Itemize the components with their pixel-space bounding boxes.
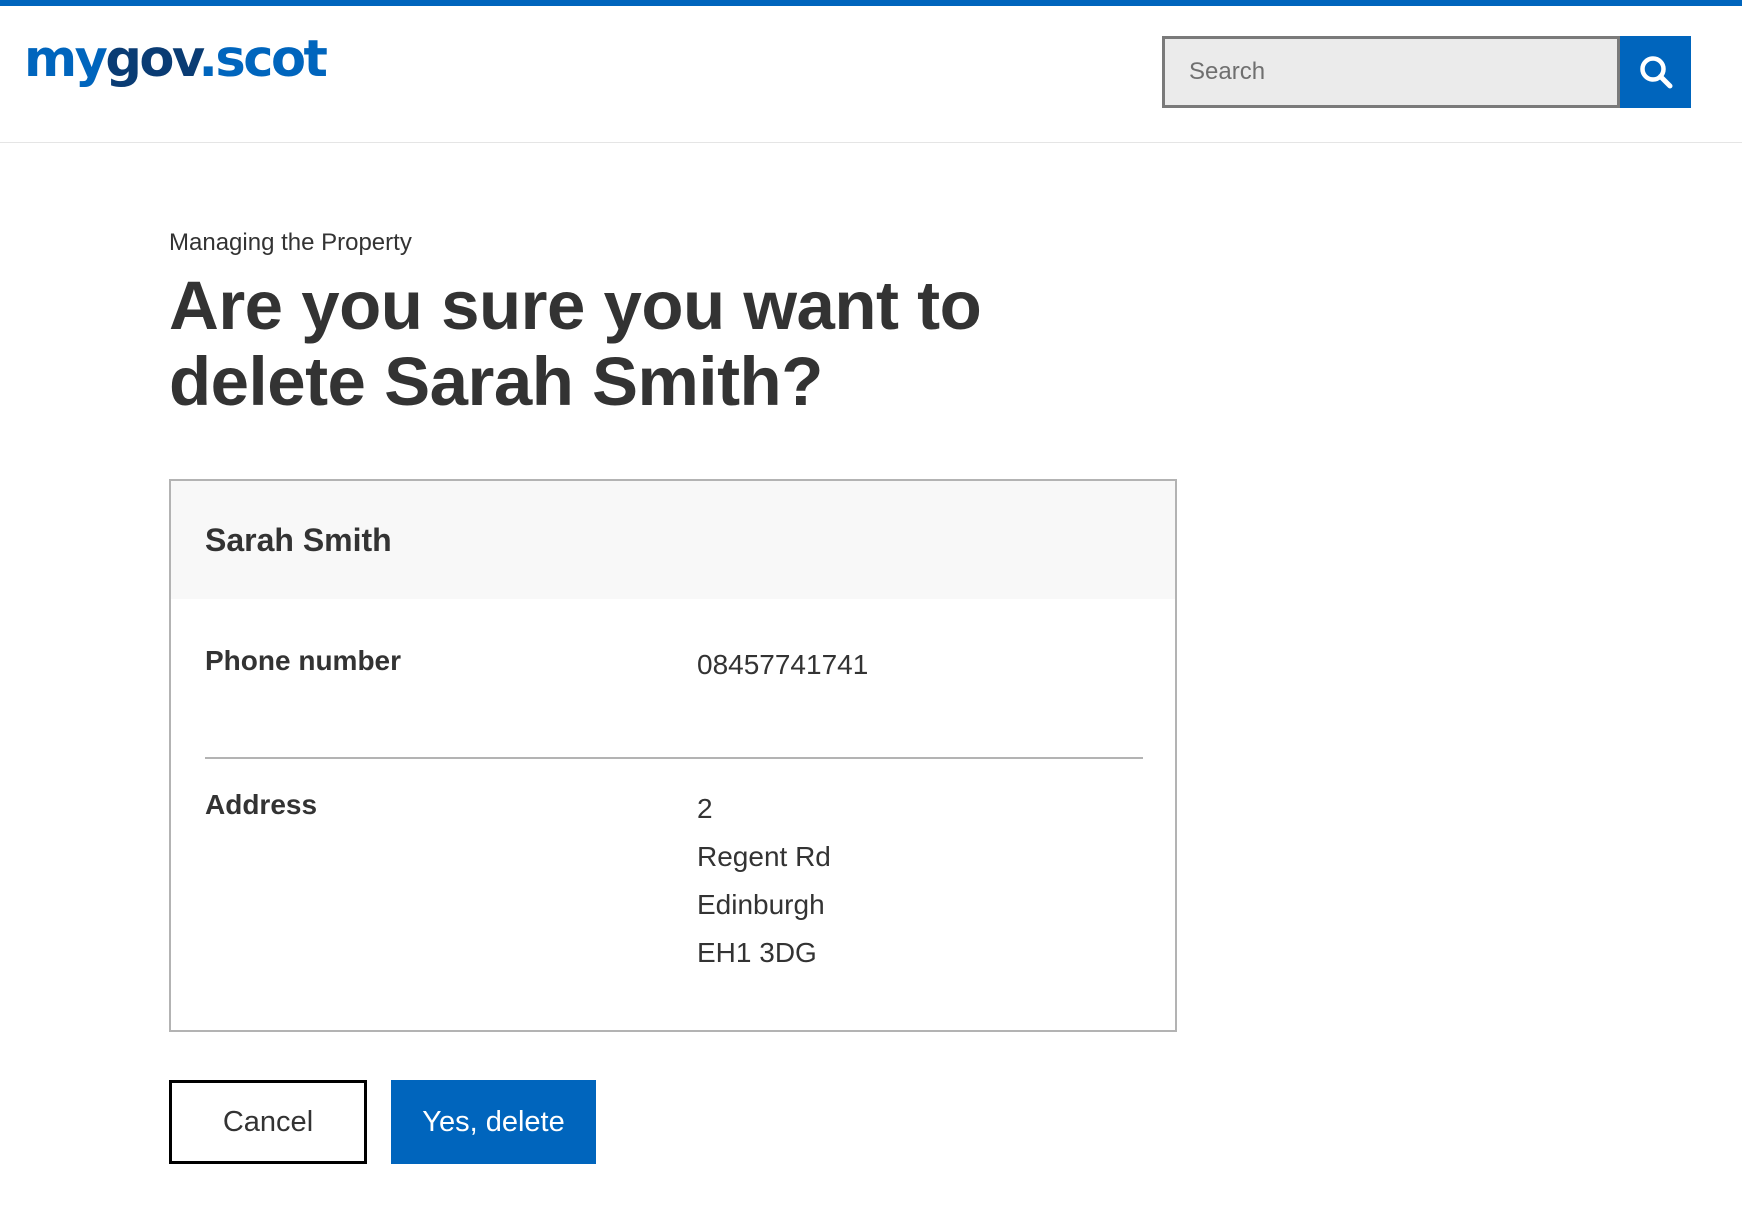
search-input[interactable] bbox=[1162, 36, 1620, 108]
address-line-3: Edinburgh bbox=[697, 889, 825, 920]
summary-card-header: Sarah Smith bbox=[171, 481, 1175, 599]
confirm-delete-button[interactable]: Yes, delete bbox=[391, 1080, 596, 1164]
search-icon bbox=[1639, 56, 1672, 89]
summary-row-phone: Phone number 08457741741 bbox=[205, 641, 1143, 759]
page-title: Are you sure you want to delete Sarah Sm… bbox=[169, 267, 982, 420]
logo-scot: .scot bbox=[198, 30, 328, 89]
cancel-button[interactable]: Cancel bbox=[169, 1080, 367, 1164]
phone-number-value: 08457741741 bbox=[697, 649, 869, 680]
summary-key-address: Address bbox=[205, 789, 318, 820]
search-button[interactable] bbox=[1620, 36, 1691, 108]
site-logo[interactable]: mygov.scot bbox=[24, 34, 328, 85]
summary-value-phone: 08457741741 bbox=[697, 641, 868, 689]
site-header: mygov.scot bbox=[0, 6, 1742, 143]
address-line-2: Regent Rd bbox=[697, 841, 831, 872]
summary-card-title: Sarah Smith bbox=[205, 521, 392, 558]
site-search bbox=[1162, 36, 1691, 108]
address-line-4: EH1 3DG bbox=[697, 937, 817, 968]
address-line-1: 2 bbox=[697, 793, 713, 824]
summary-value-address: 2 Regent Rd Edinburgh EH1 3DG bbox=[697, 785, 831, 977]
logo-my: my bbox=[24, 30, 108, 89]
summary-card: Sarah Smith Phone number 08457741741 Add… bbox=[169, 479, 1177, 1032]
page-caption: Managing the Property bbox=[169, 229, 412, 256]
summary-key-phone: Phone number bbox=[205, 645, 402, 676]
main-content: Managing the Property Are you sure you w… bbox=[169, 226, 1179, 420]
logo-gov: gov bbox=[105, 30, 201, 89]
